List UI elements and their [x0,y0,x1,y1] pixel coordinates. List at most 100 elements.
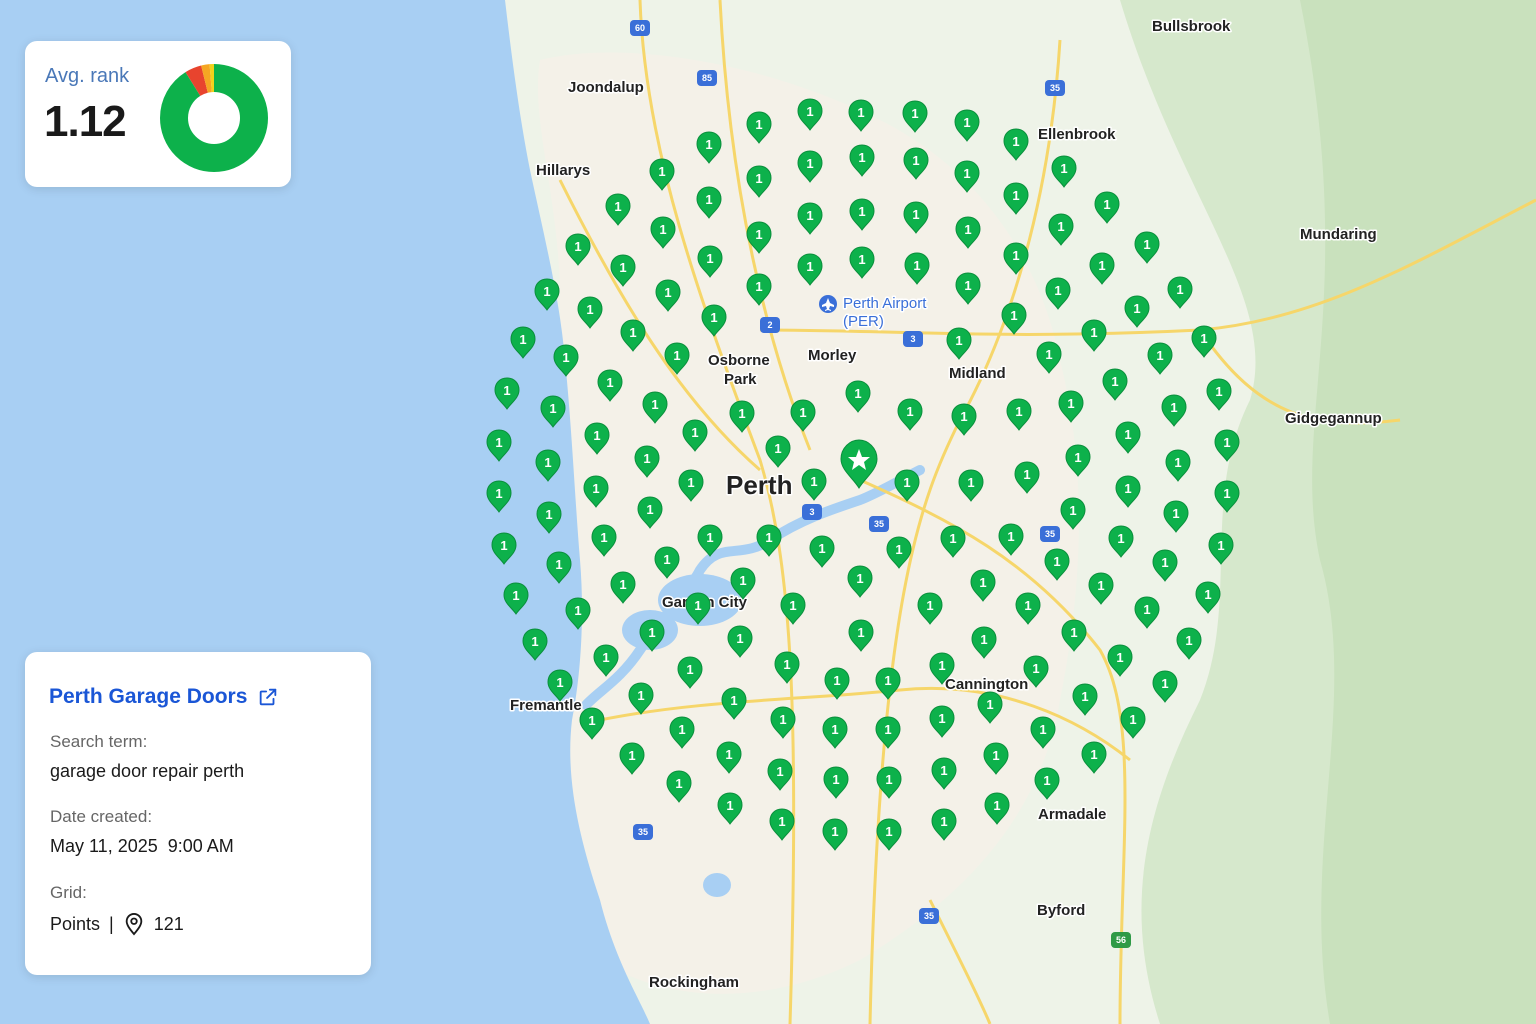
svg-text:35: 35 [1045,529,1055,539]
rank-pin-label: 1 [885,824,892,839]
svg-text:60: 60 [635,23,645,33]
rank-pin-label: 1 [739,573,746,588]
rank-pin-label: 1 [574,603,581,618]
grid-summary: Points | 121 [50,912,184,936]
rank-pin-label: 1 [659,222,666,237]
rank-pin-label: 1 [678,722,685,737]
rank-pin-label: 1 [544,455,551,470]
rank-pin-label: 1 [858,252,865,267]
place-label: Perth Airport [843,295,927,312]
rank-pin-label: 1 [755,279,762,294]
rank-pin-label: 1 [755,227,762,242]
scan-info-card: Perth Garage Doors Search term: garage d… [25,652,371,975]
rank-pin-label: 1 [643,451,650,466]
rank-pin-label: 1 [755,171,762,186]
rank-pin-label: 1 [778,814,785,829]
external-link-icon[interactable] [257,686,279,708]
rank-pin-label: 1 [519,332,526,347]
grid-label: Grid: [50,883,87,902]
grid-type: Points [50,913,101,934]
rank-pin-label: 1 [664,285,671,300]
rank-pin-label: 1 [964,222,971,237]
rank-pin-label: 1 [549,401,556,416]
rank-pin-label: 1 [810,474,817,489]
rank-pin-label: 1 [1012,248,1019,263]
place-label: Park [724,371,757,388]
place-label: Bullsbrook [1152,18,1231,35]
rank-pin-label: 1 [545,507,552,522]
rank-pin-label: 1 [1069,503,1076,518]
business-name[interactable]: Perth Garage Doors [49,685,247,709]
forest-area [1300,0,1536,1024]
rank-pin-label: 1 [964,278,971,293]
rank-pin-label: 1 [602,650,609,665]
svg-text:35: 35 [638,827,648,837]
place-label: Rockingham [649,974,739,991]
rank-pin-label: 1 [730,693,737,708]
rank-pin-label: 1 [832,772,839,787]
date-created-label: Date created: [50,807,153,826]
rank-pin-label: 1 [1053,554,1060,569]
place-label: Perth [726,470,792,500]
business-link[interactable]: Perth Garage Doors [49,685,279,709]
rank-pin-label: 1 [1200,331,1207,346]
rank-pin-label: 1 [963,115,970,130]
grid-separator: | [109,913,114,934]
place-label: Ellenbrook [1038,126,1116,143]
rank-pin-label: 1 [857,625,864,640]
rank-pin-label: 1 [1097,578,1104,593]
rank-pin-label: 1 [799,405,806,420]
rank-pin-label: 1 [495,486,502,501]
rank-pin-label: 1 [1054,283,1061,298]
rank-pin-label: 1 [938,658,945,673]
rank-pin-label: 1 [912,153,919,168]
rank-pin-label: 1 [1090,747,1097,762]
place-label: Gidgegannup [1285,410,1382,427]
place-label: Osborne [708,352,770,369]
rank-pin-label: 1 [906,404,913,419]
rank-pin-label: 1 [1124,427,1131,442]
rank-pin-label: 1 [1161,676,1168,691]
rank-pin-label: 1 [854,386,861,401]
rank-pin-label: 1 [1176,282,1183,297]
rank-pin-label: 1 [1060,161,1067,176]
rank-pin-label: 1 [818,541,825,556]
rank-pin-label: 1 [783,657,790,672]
rank-pin-label: 1 [967,475,974,490]
rank-pin-label: 1 [651,397,658,412]
rank-pin-label: 1 [1012,134,1019,149]
avg-rank-label: Avg. rank [45,65,130,87]
rank-pin-label: 1 [673,348,680,363]
rank-pin-label: 1 [706,530,713,545]
rank-pin-label: 1 [1098,258,1105,273]
rank-pin-label: 1 [833,673,840,688]
rank-pin-label: 1 [938,711,945,726]
lake [703,873,731,897]
svg-text:35: 35 [924,911,934,921]
rank-pin-label: 1 [963,166,970,181]
rank-pin-label: 1 [736,631,743,646]
rank-pin-label: 1 [586,302,593,317]
rank-pin-label: 1 [574,239,581,254]
rank-pin-label: 1 [955,333,962,348]
rank-pin-label: 1 [765,530,772,545]
rank-pin-label: 1 [646,502,653,517]
rank-pin-label: 1 [1043,773,1050,788]
rank-pin-label: 1 [1223,435,1230,450]
rank-pin-label: 1 [1124,481,1131,496]
rank-pin-label: 1 [675,776,682,791]
rank-pin-label: 1 [725,747,732,762]
rank-pin-label: 1 [1117,531,1124,546]
rank-pin-label: 1 [503,383,510,398]
rank-pin-label: 1 [1174,455,1181,470]
rank-pin-label: 1 [628,748,635,763]
rank-pin-label: 1 [911,106,918,121]
rank-pin-label: 1 [1070,625,1077,640]
rank-pin-label: 1 [738,406,745,421]
avg-rank-value: 1.12 [44,97,127,146]
rank-pin-label: 1 [979,575,986,590]
rank-pin-label: 1 [726,798,733,813]
rank-pin-label: 1 [1215,384,1222,399]
place-label: Joondalup [568,79,644,96]
rank-pin-label: 1 [543,284,550,299]
